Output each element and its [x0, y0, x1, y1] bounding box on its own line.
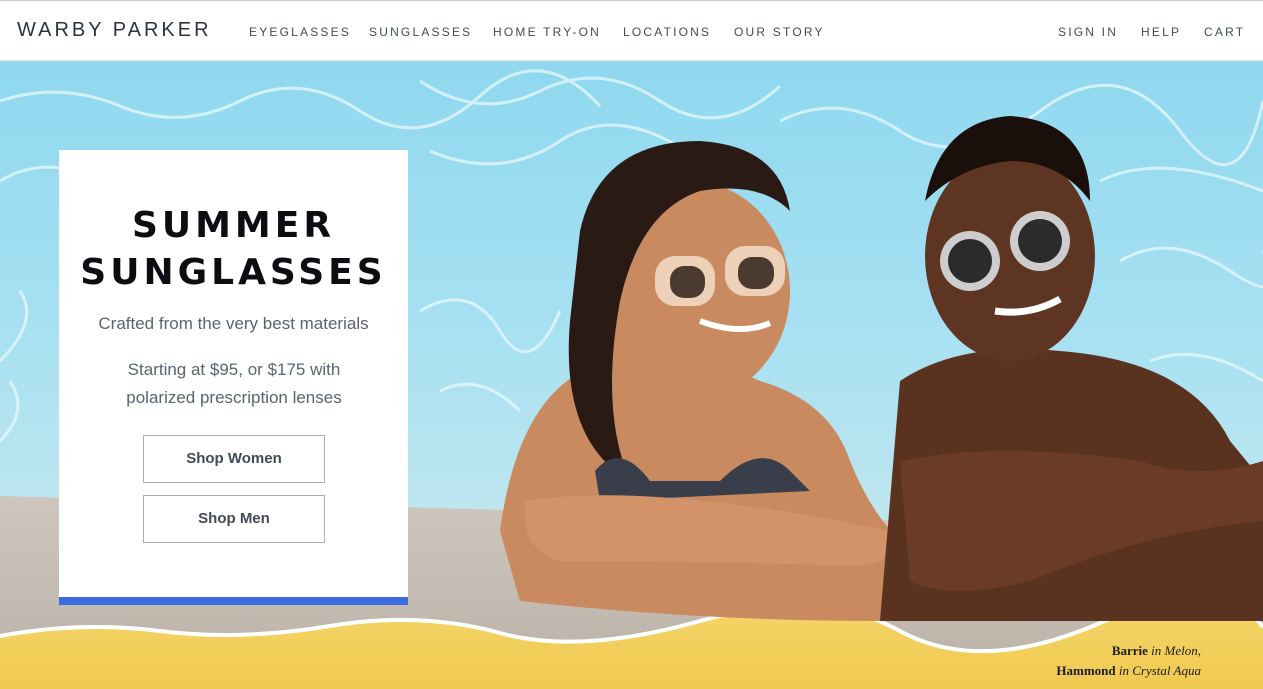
headline-line-2: SUNGLASSES — [80, 252, 387, 293]
frame2-color: in Crystal Aqua — [1115, 663, 1201, 678]
nav-home-try-on[interactable]: HOME TRY-ON — [493, 25, 601, 39]
promo-card: SUMMER SUNGLASSES Crafted from the very … — [59, 150, 408, 605]
top-nav: WARBY PARKER EYEGLASSES SUNGLASSES HOME … — [0, 0, 1263, 61]
promo-headline: SUMMER SUNGLASSES — [59, 202, 408, 296]
promo-subtitle: Crafted from the very best materials — [98, 314, 369, 333]
shop-women-button[interactable]: Shop Women — [143, 435, 325, 483]
nav-help[interactable]: HELP — [1141, 25, 1181, 39]
brand-logo[interactable]: WARBY PARKER — [17, 19, 212, 42]
promo-price-text: Starting at $95, or $175 with polarized … — [126, 360, 342, 407]
frame-caption: Barrie in Melon, Hammond in Crystal Aqua — [1056, 641, 1201, 681]
frame1-name[interactable]: Barrie — [1112, 643, 1148, 658]
frame2-name[interactable]: Hammond — [1056, 663, 1115, 678]
shop-men-button[interactable]: Shop Men — [143, 495, 325, 543]
hero-banner: SUMMER SUNGLASSES Crafted from the very … — [0, 61, 1263, 689]
headline-line-1: SUMMER — [131, 205, 336, 246]
nav-locations[interactable]: LOCATIONS — [623, 25, 711, 39]
accent-bar — [59, 597, 408, 605]
nav-eyeglasses[interactable]: EYEGLASSES — [249, 25, 351, 39]
frame1-color: in Melon, — [1147, 643, 1201, 658]
nav-sunglasses[interactable]: SUNGLASSES — [369, 25, 472, 39]
nav-cart[interactable]: CART — [1204, 25, 1245, 39]
nav-sign-in[interactable]: SIGN IN — [1058, 25, 1118, 39]
nav-our-story[interactable]: OUR STORY — [734, 25, 825, 39]
